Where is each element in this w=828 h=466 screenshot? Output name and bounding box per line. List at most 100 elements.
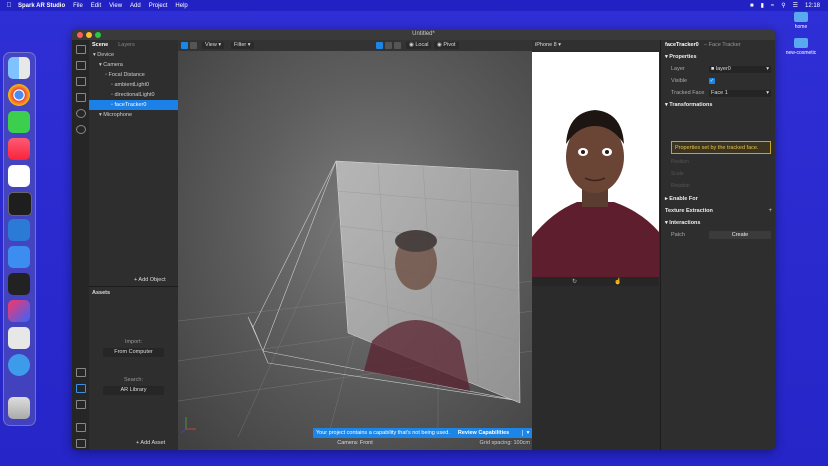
slack-icon[interactable] xyxy=(8,165,30,187)
search-icon[interactable]: ⚲ xyxy=(781,2,785,9)
scene-tree-label: faceTracker0 xyxy=(114,102,147,108)
music-icon[interactable] xyxy=(8,138,30,160)
control-center-icon[interactable]: ☰ xyxy=(793,2,798,9)
scene-tree-label: Focal Distance xyxy=(108,72,145,78)
clock[interactable]: 12:18 xyxy=(805,3,820,9)
grid-icon[interactable] xyxy=(76,77,86,86)
menu-project[interactable]: Project xyxy=(149,3,168,9)
messages-icon[interactable] xyxy=(8,111,30,133)
tab-layers[interactable]: Layers xyxy=(118,42,135,48)
touch-icon[interactable]: ☝ xyxy=(614,278,621,285)
list-icon[interactable] xyxy=(76,423,86,432)
menu-add[interactable]: Add xyxy=(130,3,141,9)
tracked-face-select[interactable]: Face 1 ▾ xyxy=(709,90,771,97)
folder-label: new-cosmetic xyxy=(785,50,817,56)
add-object-button[interactable]: + Add Object xyxy=(134,277,166,283)
section-transformations[interactable]: ▾ Transformations xyxy=(665,102,712,108)
scale-icon[interactable] xyxy=(394,42,401,49)
menu-file[interactable]: File xyxy=(73,3,83,9)
mail-icon[interactable] xyxy=(8,246,30,268)
device-selector[interactable]: iPhone 8 ▾ xyxy=(532,40,660,50)
section-enable-for[interactable]: ▸ Enable For xyxy=(665,196,698,202)
wifi-icon[interactable]: ≈ xyxy=(771,3,774,9)
refresh-icon[interactable] xyxy=(76,109,86,118)
app-menu[interactable]: Spark AR Studio xyxy=(18,3,65,9)
folder-icon[interactable] xyxy=(76,368,86,377)
section-title: Enable For xyxy=(669,196,698,202)
tweetbot-icon[interactable] xyxy=(8,354,30,376)
scene-tree-item[interactable]: ◦ faceTracker0 xyxy=(89,100,178,110)
layout-split-icon[interactable] xyxy=(190,42,197,49)
layout-icon[interactable] xyxy=(76,45,86,54)
review-capabilities-button[interactable]: Review Capabilities xyxy=(458,430,509,436)
spark-ar-icon[interactable] xyxy=(8,300,30,322)
local-toggle[interactable]: ◉ Local xyxy=(406,42,432,49)
square-icon[interactable] xyxy=(76,93,86,102)
video-icon[interactable] xyxy=(76,61,86,70)
menu-help[interactable]: Help xyxy=(175,3,187,9)
scene-tree-item[interactable]: ▾ Microphone xyxy=(89,110,178,120)
tracked-face-value: Face 1 xyxy=(711,90,728,96)
window-title: Untitled* xyxy=(412,31,435,37)
apple-icon[interactable]:  xyxy=(0,2,18,9)
chrome-icon[interactable] xyxy=(8,84,30,106)
rotation-label: Rotation xyxy=(671,183,690,189)
scene-tree-item[interactable]: ▾ Device xyxy=(89,50,178,60)
camera-status-icon[interactable]: ■ xyxy=(750,3,754,9)
ar-library-button[interactable]: AR Library xyxy=(103,386,164,395)
terminal-icon[interactable] xyxy=(8,192,32,216)
tab-scene[interactable]: Scene xyxy=(92,42,108,48)
viewport[interactable]: View ▾ Filter ▾ ◉ Local ◉ Pivot Your pro… xyxy=(178,40,532,450)
export-icon[interactable] xyxy=(76,400,86,409)
menu-icon[interactable] xyxy=(76,439,86,448)
menu-view[interactable]: View xyxy=(109,3,122,9)
from-computer-button[interactable]: From Computer xyxy=(103,348,164,357)
search-label: Search: xyxy=(124,377,143,383)
create-patch-button[interactable]: Create xyxy=(709,231,771,239)
share-icon[interactable] xyxy=(76,384,86,393)
filter-dropdown[interactable]: Filter ▾ xyxy=(231,42,254,49)
scene-tree-item[interactable]: ▾ Camera xyxy=(89,60,178,70)
finder-icon[interactable] xyxy=(8,57,30,79)
scene-canvas[interactable] xyxy=(178,51,532,437)
desktop-folder-new-cosmetic[interactable]: new-cosmetic xyxy=(784,38,818,56)
banner-message: Your project contains a capability that'… xyxy=(316,430,450,436)
axis-gizmo xyxy=(180,417,196,434)
vscode-icon[interactable] xyxy=(8,219,30,241)
grid-spacing: Grid spacing: 100cm xyxy=(479,440,530,446)
section-title: Transformations xyxy=(669,102,713,108)
desktop-folder-home[interactable]: home xyxy=(784,12,818,30)
layout-single-icon[interactable] xyxy=(181,42,188,49)
add-asset-button[interactable]: + Add Asset xyxy=(136,440,165,446)
scene-tree-item[interactable]: ◦ ambientLight0 xyxy=(89,80,178,90)
chevron-down-icon[interactable]: ▾ xyxy=(522,430,532,436)
scene-tree-item[interactable]: ◦ Focal Distance xyxy=(89,70,178,80)
trash-icon[interactable] xyxy=(8,397,30,419)
tracked-face-label: Tracked Face xyxy=(671,90,705,96)
section-title: Texture Extraction xyxy=(665,208,713,214)
assets-title: Assets xyxy=(92,290,111,296)
folder-label: home xyxy=(794,24,808,30)
viewport-toolbar: View ▾ Filter ▾ ◉ Local ◉ Pivot xyxy=(178,40,532,51)
section-properties[interactable]: ▾ Properties xyxy=(665,54,697,60)
view-label: View xyxy=(205,42,217,48)
section-interactions[interactable]: ▾ Interactions xyxy=(665,220,700,226)
rotate-icon[interactable] xyxy=(385,42,392,49)
add-icon[interactable]: + xyxy=(768,208,772,214)
object-name: faceTracker0 xyxy=(665,42,699,48)
menu-edit[interactable]: Edit xyxy=(91,3,101,9)
simulator-screen[interactable] xyxy=(532,52,659,277)
search-icon[interactable] xyxy=(76,125,86,134)
figma-icon[interactable] xyxy=(8,273,30,295)
import-label: Import: xyxy=(124,339,143,345)
section-texture-extraction[interactable]: Texture Extraction xyxy=(665,208,713,214)
restart-icon[interactable]: ↻ xyxy=(572,278,577,285)
battery-icon[interactable]: ▮ xyxy=(761,2,764,9)
layer-select[interactable]: ■ layer0 ▾ xyxy=(709,66,771,73)
spark-ar-player-icon[interactable] xyxy=(8,327,30,349)
scene-tree-item[interactable]: ◦ directionalLight0 xyxy=(89,90,178,100)
pivot-toggle[interactable]: ◉ Pivot xyxy=(434,42,459,49)
view-dropdown[interactable]: View ▾ xyxy=(202,42,225,49)
move-icon[interactable] xyxy=(376,42,383,49)
visible-checkbox[interactable]: ✓ xyxy=(709,78,715,84)
